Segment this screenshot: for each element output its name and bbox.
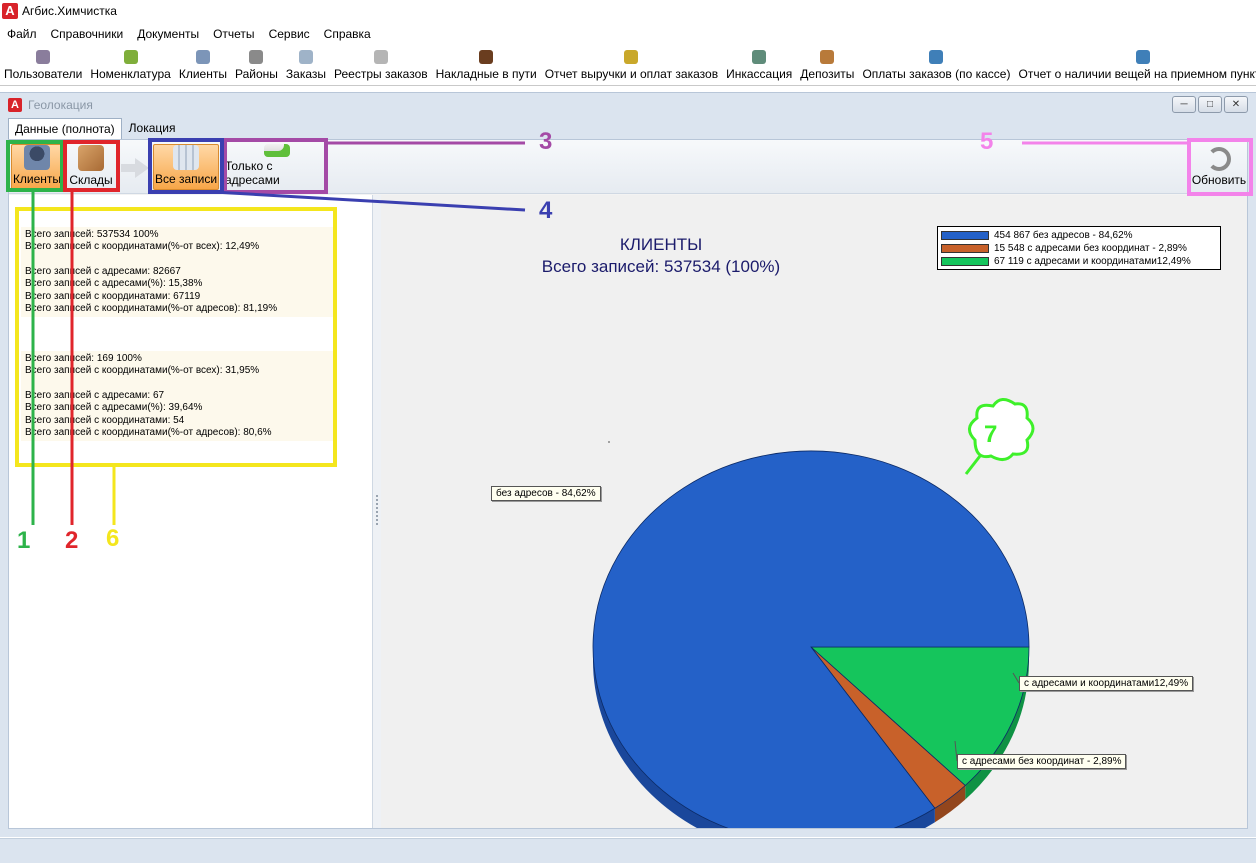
tab-content: Клиенты Склады Все записи Только с адрес… xyxy=(8,139,1248,829)
menu-documents[interactable]: Документы xyxy=(130,27,206,41)
stats-line: Всего записей: 169 100% xyxy=(25,353,142,364)
users-icon xyxy=(36,50,51,64)
only-with-addresses-button[interactable]: Только с адресами xyxy=(225,144,329,190)
toolbar-users-button[interactable]: Пользователи xyxy=(0,50,86,85)
toolbar-districts-button[interactable]: Районы xyxy=(231,50,282,85)
registry-icon xyxy=(373,50,388,64)
close-button[interactable]: ✕ xyxy=(1224,96,1248,113)
revenue-icon xyxy=(624,50,639,64)
window-title-bar: A Геолокация ─ □ ✕ xyxy=(0,93,1256,117)
menu-directories[interactable]: Справочники xyxy=(44,27,131,41)
client-group-icon xyxy=(24,145,50,170)
status-bar xyxy=(0,838,1256,863)
stats-line: Всего записей с координатами: 67119 xyxy=(25,290,201,302)
anno-number-7: 7 xyxy=(984,421,998,448)
stock-report-icon xyxy=(1135,50,1150,64)
app-title-bar: A Агбис.Химчистка xyxy=(0,0,1256,22)
stats-line: Всего записей с координатами(%-от адресо… xyxy=(25,303,278,315)
maximize-button[interactable]: □ xyxy=(1198,96,1222,113)
records-icon xyxy=(173,145,199,170)
anno-number-4: 4 xyxy=(539,197,553,224)
anno-number-2: 2 xyxy=(65,527,79,554)
menu-reports[interactable]: Отчеты xyxy=(206,27,261,41)
stats-line: Всего записей с адресами(%): 15,38% xyxy=(25,278,203,290)
main-toolbar: Пользователи Номенклатура Клиенты Районы… xyxy=(0,46,1256,86)
stats-line: Всего записей с адресами: 82667 xyxy=(25,265,181,277)
tab-bar: Данные (полнота) Локация xyxy=(8,117,183,139)
menu-service[interactable]: Сервис xyxy=(262,27,317,41)
panel-splitter[interactable] xyxy=(373,195,381,828)
toolbar-registry-button[interactable]: Реестры заказов xyxy=(330,50,432,85)
geolocation-window: A Геолокация ─ □ ✕ Данные (полнота) Лока… xyxy=(0,92,1256,837)
stats-panel: Всего записей: 537534 100% Всего записей… xyxy=(9,195,373,828)
minimize-button[interactable]: ─ xyxy=(1172,96,1196,113)
menu-bar: Файл Справочники Документы Отчеты Сервис… xyxy=(0,24,378,44)
refresh-icon xyxy=(1207,147,1231,171)
toolbar-nomenclature-button[interactable]: Номенклатура xyxy=(86,50,175,85)
stats-line: Всего записей с координатами(%-от всех):… xyxy=(25,241,260,253)
toolbar-waybills-button[interactable]: Накладные в пути xyxy=(432,50,541,85)
pie-label-with-coords: с адресами и координатами12,49% xyxy=(1019,676,1194,691)
tab-data-completeness[interactable]: Данные (полнота) xyxy=(8,118,122,139)
districts-icon xyxy=(249,50,264,64)
toolbar-payments-button[interactable]: Оплаты заказов (по кассе) xyxy=(858,50,1014,85)
nomenclature-icon xyxy=(123,50,138,64)
toolbar-deposits-button[interactable]: Депозиты xyxy=(796,50,858,85)
arrow-right-icon xyxy=(121,158,149,178)
anno-number-6: 6 xyxy=(106,525,120,552)
deposit-icon xyxy=(820,50,835,64)
truck-icon xyxy=(479,50,494,64)
stats-line: Всего записей с координатами: 54 xyxy=(25,414,185,426)
warehouses-button[interactable]: Склады xyxy=(67,144,115,190)
pie-label-no-coords: с адресами без координат - 2,89% xyxy=(957,754,1127,769)
toolbar-clients-button[interactable]: Клиенты xyxy=(175,50,231,85)
anno-number-3: 3 xyxy=(539,128,553,155)
clients-button[interactable]: Клиенты xyxy=(11,144,63,190)
all-records-button[interactable]: Все записи xyxy=(153,144,219,190)
menu-file[interactable]: Файл xyxy=(0,27,44,41)
module-toolbar: Клиенты Склады Все записи Только с адрес… xyxy=(9,140,1247,194)
pie-label-no-address: без адресов - 84,62% xyxy=(491,486,601,501)
app-title: Агбис.Химчистка xyxy=(22,4,117,18)
client-icon xyxy=(195,50,210,64)
menu-help[interactable]: Справка xyxy=(317,27,378,41)
window-title: Геолокация xyxy=(28,98,93,112)
pie-chart-area: КЛИЕНТЫ Всего записей: 537534 (100%) 454… xyxy=(381,195,1247,828)
refresh-button[interactable]: Обновить xyxy=(1191,144,1247,190)
stats-line: Всего записей с адресами: 67 xyxy=(25,389,165,401)
encashment-icon xyxy=(752,50,767,64)
boxes-icon xyxy=(78,145,104,171)
toolbar-revenue-report-button[interactable]: Отчет выручки и оплат заказов xyxy=(541,50,722,85)
stats-line: Всего записей с адресами(%): 39,64% xyxy=(25,402,203,414)
app-logo-icon: A xyxy=(2,3,18,19)
anno-number-1: 1 xyxy=(17,527,31,554)
pie-chart xyxy=(592,441,1030,828)
tab-location[interactable]: Локация xyxy=(122,117,183,139)
orders-icon xyxy=(298,50,313,64)
anno-number-5: 5 xyxy=(980,128,994,155)
warehouses-stats: Всего записей: 169 100% Всего записей с … xyxy=(21,351,337,441)
window-logo-icon: A xyxy=(8,98,22,112)
address-check-icon xyxy=(264,144,290,157)
stats-line: Всего записей: 537534 100% xyxy=(25,229,159,240)
payments-icon xyxy=(929,50,944,64)
toolbar-stock-report-button[interactable]: Отчет о наличии вещей на приемном пункте xyxy=(1014,50,1256,85)
toolbar-orders-button[interactable]: Заказы xyxy=(282,50,330,85)
toolbar-encashment-button[interactable]: Инкассация xyxy=(722,50,796,85)
clients-stats: Всего записей: 537534 100% Всего записей… xyxy=(21,227,337,317)
stats-line: Всего записей с координатами(%-от адресо… xyxy=(25,427,272,439)
stats-line: Всего записей с координатами(%-от всех):… xyxy=(25,365,260,377)
